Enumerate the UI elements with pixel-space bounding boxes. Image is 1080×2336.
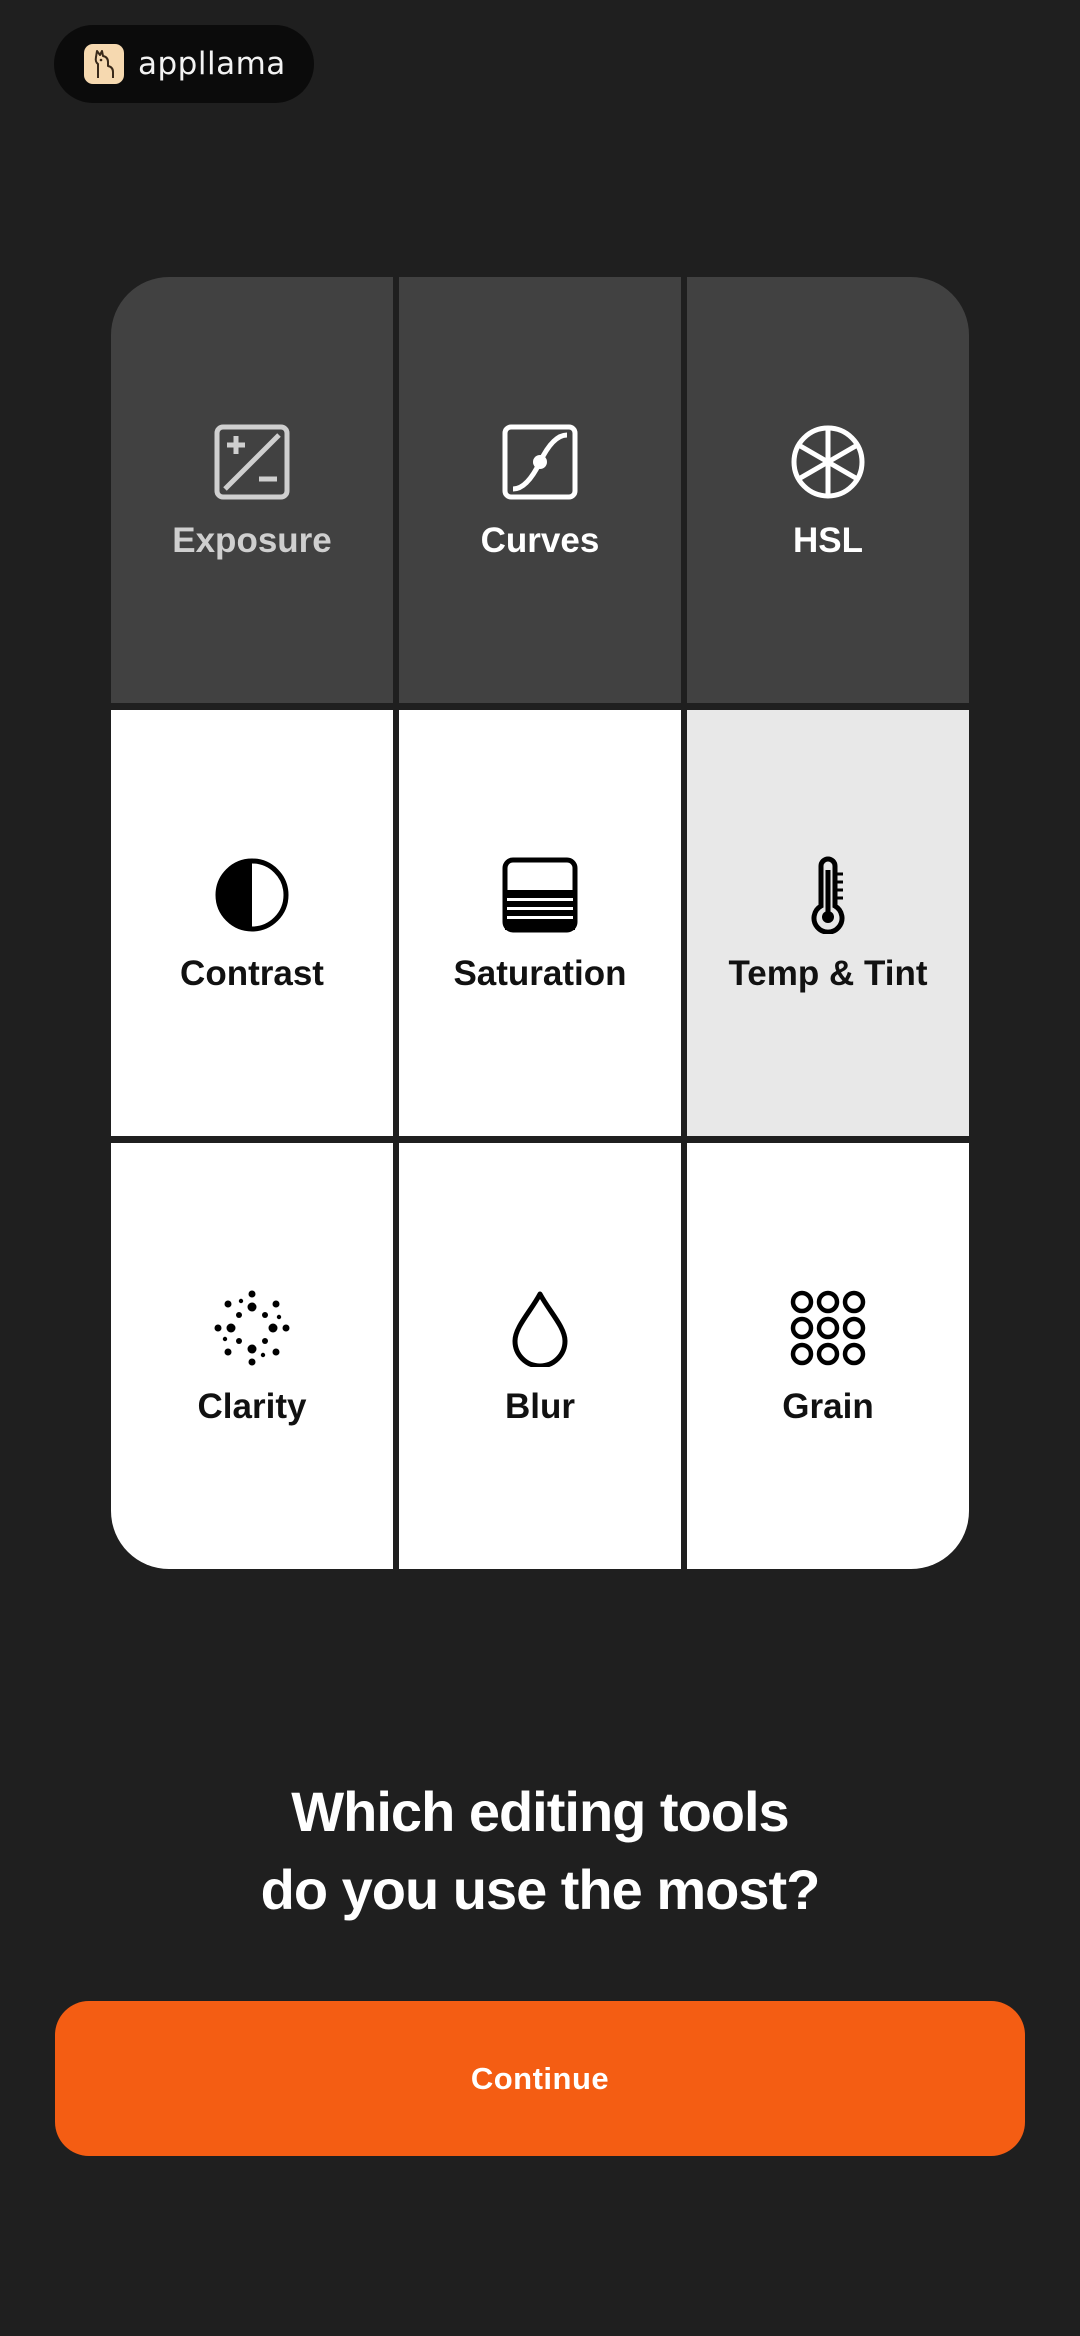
thermometer-icon [811,856,845,934]
tool-label: HSL [793,520,863,560]
tool-clarity[interactable]: Clarity [111,1143,393,1569]
saturation-icon [502,857,578,932]
clarity-icon [214,1290,290,1365]
tool-label: Grain [782,1386,874,1426]
tool-label: Contrast [180,953,324,993]
tool-curves[interactable]: Curves [399,277,681,703]
tool-blur[interactable]: Blur [399,1143,681,1569]
hsl-icon [791,425,865,498]
tool-exposure[interactable]: Exposure [111,277,393,703]
exposure-icon [214,424,290,499]
brand-badge: appllama [54,25,314,103]
question-heading: Which editing tools do you use the most? [0,1773,1080,1929]
question-line-1: Which editing tools [291,1780,789,1843]
tool-label: Clarity [197,1386,307,1426]
droplet-icon [512,1291,568,1367]
grain-icon [790,1290,866,1365]
continue-button[interactable]: Continue [55,2001,1025,2156]
tools-grid: Exposure Curves HSL Contrast Saturation … [111,277,969,1569]
tool-hsl[interactable]: HSL [687,277,969,703]
tool-temp-tint[interactable]: Temp & Tint [687,710,969,1136]
tool-label: Saturation [453,953,627,993]
tool-contrast[interactable]: Contrast [111,710,393,1136]
tool-label: Curves [480,520,600,560]
curves-icon [502,424,578,499]
llama-logo-icon [84,44,124,84]
tool-saturation[interactable]: Saturation [399,710,681,1136]
tool-label: Blur [505,1386,575,1426]
question-line-2: do you use the most? [260,1858,821,1921]
brand-name: appllama [138,46,286,82]
tool-grain[interactable]: Grain [687,1143,969,1569]
contrast-icon [215,858,289,931]
tool-label: Temp & Tint [728,953,928,993]
tool-label: Exposure [172,520,332,560]
